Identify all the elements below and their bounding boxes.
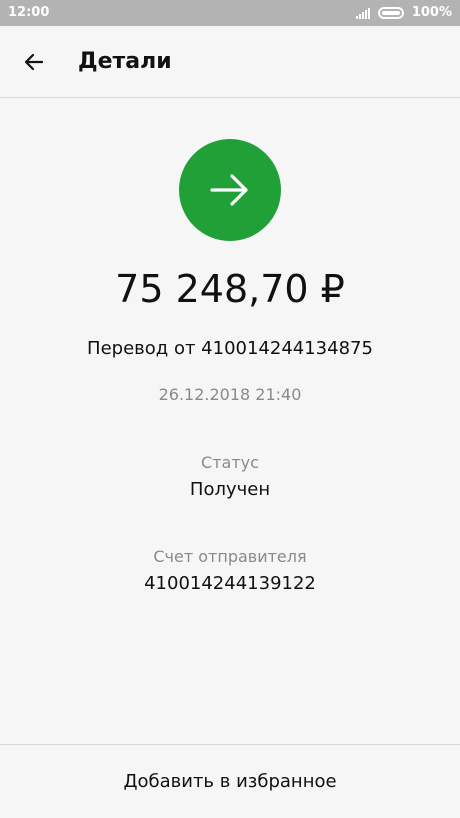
status-indicators: 100% (355, 5, 452, 21)
signal-icon (355, 7, 370, 19)
battery-icon (377, 7, 404, 19)
arrow-left-icon (24, 53, 44, 71)
status-value: Получен (189, 479, 271, 500)
back-button[interactable] (16, 44, 52, 80)
transaction-datetime: 26.12.2018 21:40 (158, 385, 302, 404)
transaction-icon (179, 139, 281, 241)
arrow-right-icon (210, 174, 248, 206)
sender-account-label: Счет отправителя (153, 547, 307, 566)
status-bar: 12:00 100% (0, 0, 460, 26)
battery-level: 100% (411, 5, 452, 20)
transaction-description: Перевод от 410014244134875 (87, 338, 373, 359)
sender-account-value: 410014244139122 (144, 573, 316, 594)
bottom-action-bar: Добавить в избранное (0, 744, 460, 818)
status-label: Статус (201, 453, 259, 472)
status-time: 12:00 (8, 5, 50, 20)
page-title: Детали (78, 49, 172, 74)
add-to-favorites-button[interactable]: Добавить в избранное (0, 745, 460, 818)
transaction-amount: 75 248,70 ₽ (115, 267, 345, 311)
app-bar: Детали (0, 26, 460, 98)
